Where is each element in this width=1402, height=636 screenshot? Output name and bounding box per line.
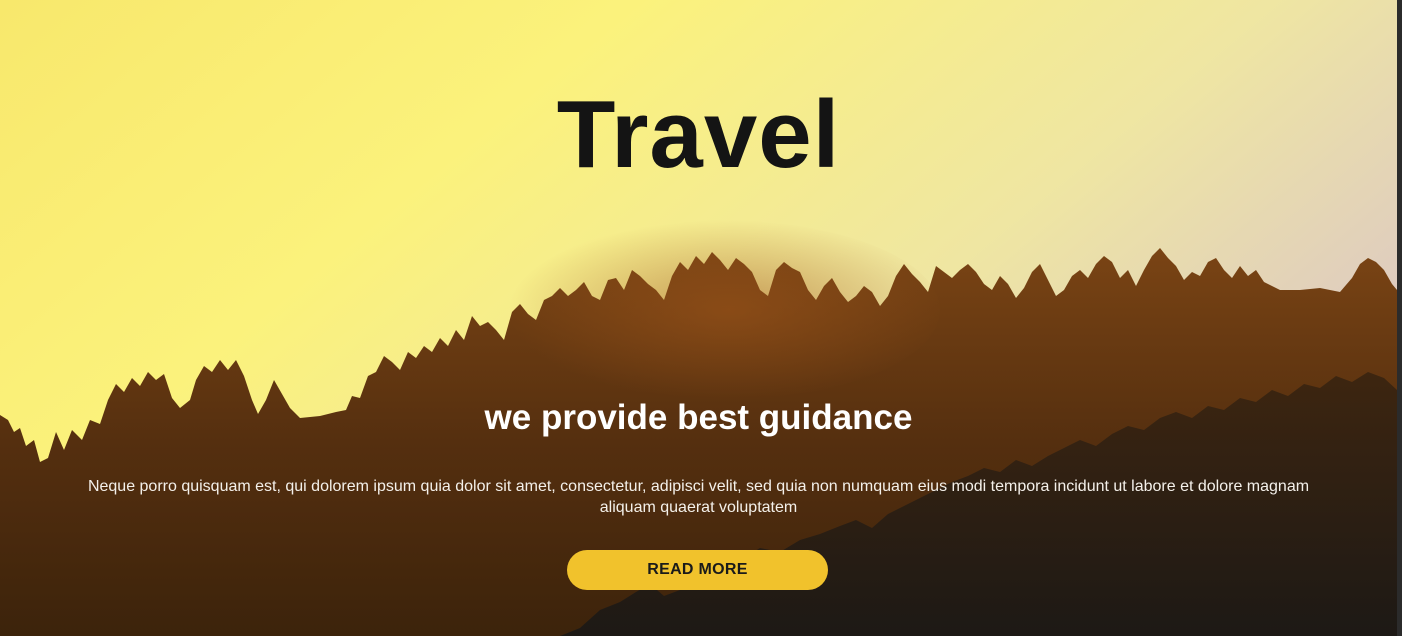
read-more-button[interactable]: READ MORE xyxy=(567,550,828,590)
page-title: Travel xyxy=(556,81,841,188)
hero-section: Travel we provide best guidance Neque po… xyxy=(0,0,1397,636)
hero-subtitle: we provide best guidance xyxy=(484,398,913,437)
page-scrollbar[interactable] xyxy=(1397,0,1402,636)
hero-description: Neque porro quisquam est, qui dolorem ip… xyxy=(87,478,1310,516)
